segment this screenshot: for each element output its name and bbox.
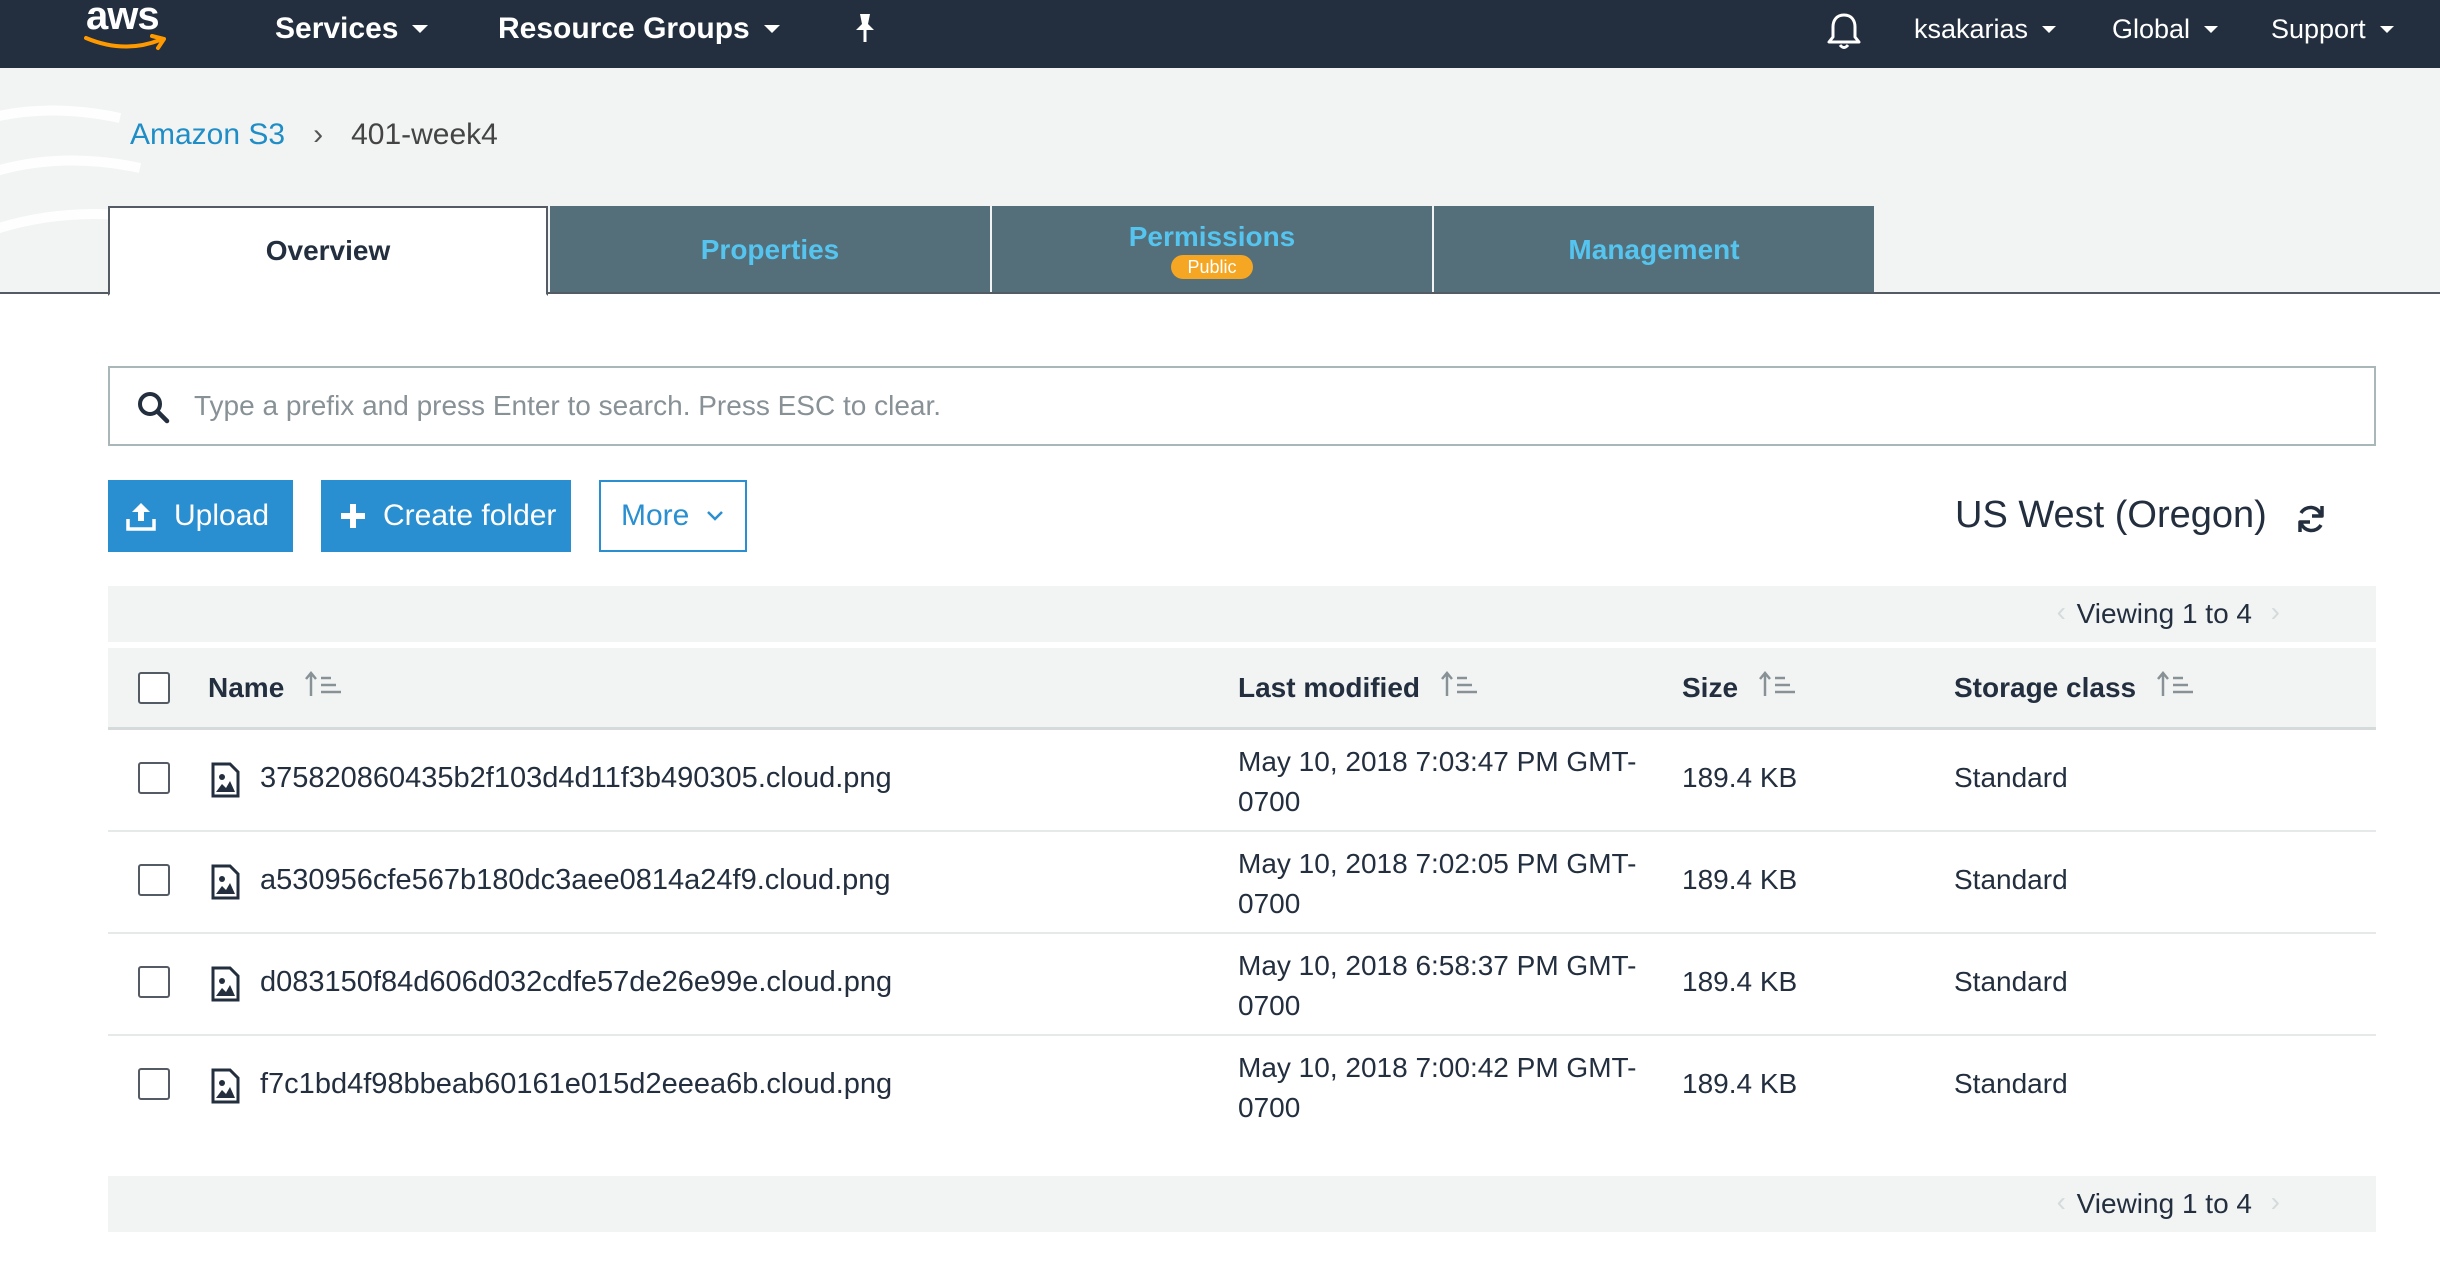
create-folder-button[interactable]: Create folder: [321, 480, 571, 552]
breadcrumb-amazon-s3[interactable]: Amazon S3: [130, 118, 285, 152]
tab-management-label: Management: [1568, 234, 1740, 265]
row-checkbox[interactable]: [138, 966, 170, 998]
pagination-bottom: ‹ Viewing 1 to 4 ›: [108, 1176, 2376, 1232]
sort-icon[interactable]: [304, 670, 344, 705]
tab-properties-label: Properties: [700, 234, 840, 265]
chevron-down-icon: [2204, 26, 2219, 33]
file-name-link[interactable]: 375820860435b2f103d4d11f3b490305.cloud.p…: [260, 762, 892, 795]
tab-overview-label: Overview: [265, 235, 391, 266]
select-all-checkbox[interactable]: [138, 672, 170, 704]
next-page-icon[interactable]: ›: [2271, 596, 2280, 628]
chevron-down-icon: [705, 510, 725, 522]
upload-label: Upload: [174, 499, 270, 532]
table-header: Name Last modified Size Storage class: [108, 648, 2376, 730]
viewing-count: Viewing 1 to 4: [2076, 1188, 2252, 1219]
tab-permissions[interactable]: Permissions Public: [992, 206, 1432, 292]
file-size: 189.4 KB: [1682, 864, 1798, 895]
chevron-down-icon: [763, 25, 780, 33]
breadcrumb-current-bucket: 401-week4: [351, 118, 498, 151]
plus-icon: [339, 502, 367, 530]
previous-page-icon[interactable]: ‹: [2057, 596, 2066, 628]
storage-class: Standard: [1954, 762, 2068, 793]
services-menu[interactable]: Services: [275, 12, 429, 46]
chevron-down-icon: [2379, 26, 2394, 33]
sort-icon[interactable]: [1440, 670, 1480, 705]
create-folder-label: Create folder: [383, 499, 557, 532]
column-header-last-modified[interactable]: Last modified: [1238, 670, 1480, 705]
image-file-icon: [210, 966, 240, 1007]
services-label: Services: [275, 12, 399, 45]
user-menu[interactable]: ksakarias: [1914, 14, 2057, 45]
upload-button[interactable]: Upload: [108, 480, 293, 552]
storage-class: Standard: [1954, 864, 2068, 895]
image-file-icon: [210, 762, 240, 803]
column-storage-class-label: Storage class: [1954, 671, 2137, 703]
tab-overview[interactable]: Overview: [108, 206, 548, 296]
bucket-tabs: Overview Properties Permissions Public M…: [0, 206, 2440, 296]
next-page-icon[interactable]: ›: [2271, 1186, 2280, 1218]
image-file-icon: [210, 864, 240, 905]
more-dropdown-button[interactable]: More: [599, 480, 747, 552]
breadcrumb-separator: ›: [313, 118, 324, 151]
column-header-storage-class[interactable]: Storage class: [1954, 670, 2196, 705]
file-name-link[interactable]: d083150f84d606d032cdfe57de26e99e.cloud.p…: [260, 966, 892, 999]
pin-icon[interactable]: [850, 12, 880, 51]
support-label: Support: [2271, 14, 2366, 44]
region-menu[interactable]: Global: [2112, 14, 2219, 45]
row-checkbox[interactable]: [138, 864, 170, 896]
sort-icon[interactable]: [2156, 670, 2196, 705]
aws-logo[interactable]: aws: [84, 0, 170, 60]
file-size: 189.4 KB: [1682, 762, 1798, 793]
search-input[interactable]: [194, 384, 2344, 428]
aws-smile-icon: [84, 34, 166, 50]
image-file-icon: [210, 1068, 240, 1109]
chevron-down-icon: [2042, 26, 2057, 33]
last-modified: May 10, 2018 7:02:05 PM GMT-0700: [1238, 848, 1637, 919]
last-modified: May 10, 2018 7:00:42 PM GMT-0700: [1238, 1052, 1637, 1123]
support-menu[interactable]: Support: [2271, 14, 2394, 45]
row-checkbox[interactable]: [138, 1068, 170, 1100]
tab-management[interactable]: Management: [1434, 206, 1874, 292]
table-row[interactable]: f7c1bd4f98bbeab60161e015d2eeea6b.cloud.p…: [108, 1036, 2376, 1138]
table-row[interactable]: a530956cfe567b180dc3aee0814a24f9.cloud.p…: [108, 832, 2376, 934]
tab-properties[interactable]: Properties: [550, 206, 990, 292]
bell-icon[interactable]: [1826, 11, 1862, 56]
column-last-modified-label: Last modified: [1238, 671, 1421, 703]
objects-table: Name Last modified Size Storage class 37…: [108, 648, 2376, 1138]
file-size: 189.4 KB: [1682, 1068, 1798, 1099]
search-icon: [136, 390, 170, 429]
column-name-label: Name: [208, 671, 285, 703]
tab-permissions-label: Permissions: [1128, 221, 1296, 252]
column-size-label: Size: [1682, 671, 1739, 703]
storage-class: Standard: [1954, 1068, 2068, 1099]
user-label: ksakarias: [1914, 14, 2029, 44]
file-name-link[interactable]: f7c1bd4f98bbeab60161e015d2eeea6b.cloud.p…: [260, 1068, 892, 1101]
table-row[interactable]: d083150f84d606d032cdfe57de26e99e.cloud.p…: [108, 934, 2376, 1036]
row-checkbox[interactable]: [138, 762, 170, 794]
upload-icon: [124, 499, 158, 533]
bucket-region: US West (Oregon): [1955, 494, 2267, 536]
refresh-icon[interactable]: [2294, 502, 2328, 541]
previous-page-icon[interactable]: ‹: [2057, 1186, 2066, 1218]
file-name-link[interactable]: a530956cfe567b180dc3aee0814a24f9.cloud.p…: [260, 864, 891, 897]
column-header-size[interactable]: Size: [1682, 670, 1798, 705]
resource-groups-label: Resource Groups: [498, 12, 750, 45]
storage-class: Standard: [1954, 966, 2068, 997]
more-label: More: [621, 499, 690, 532]
table-row[interactable]: 375820860435b2f103d4d11f3b490305.cloud.p…: [108, 730, 2376, 832]
pagination-top: ‹ Viewing 1 to 4 ›: [108, 586, 2376, 642]
breadcrumb: Amazon S3 › 401-week4: [130, 118, 498, 152]
search-box: [108, 366, 2376, 446]
region-menu-label: Global: [2112, 14, 2191, 44]
column-header-name[interactable]: Name: [208, 670, 344, 705]
chevron-down-icon: [412, 25, 429, 33]
sort-icon[interactable]: [1758, 670, 1798, 705]
resource-groups-menu[interactable]: Resource Groups: [498, 12, 780, 46]
file-size: 189.4 KB: [1682, 966, 1798, 997]
last-modified: May 10, 2018 7:03:47 PM GMT-0700: [1238, 746, 1637, 817]
top-navigation-bar: aws Services Resource Groups ksakarias G…: [0, 0, 2440, 68]
viewing-count: Viewing 1 to 4: [2076, 598, 2252, 629]
public-badge: Public: [1171, 255, 1253, 279]
last-modified: May 10, 2018 6:58:37 PM GMT-0700: [1238, 950, 1637, 1021]
